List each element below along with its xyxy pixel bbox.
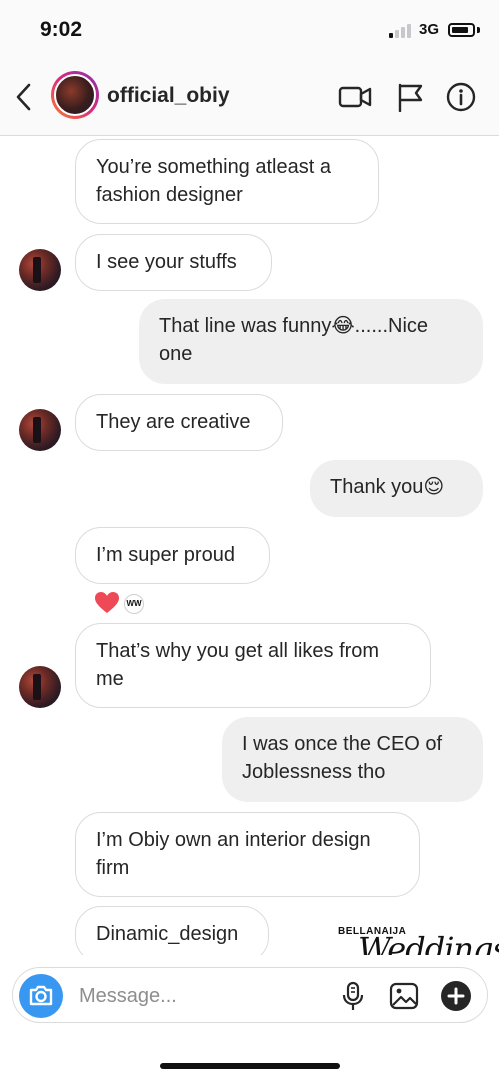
message-bubble-incoming[interactable]: I see your stuffs	[75, 234, 272, 291]
status-time: 9:02	[40, 18, 83, 41]
message-input[interactable]	[79, 982, 319, 1010]
gallery-button[interactable]	[388, 980, 420, 1012]
battery-icon	[448, 23, 475, 37]
reactor-avatar: WW	[124, 594, 144, 614]
gallery-icon	[389, 982, 419, 1010]
home-indicator[interactable]	[160, 1063, 340, 1069]
message-bubble-outgoing[interactable]: I was once the CEO of Joblessness tho	[222, 717, 483, 802]
flag-icon	[398, 83, 423, 113]
message-bubble-incoming[interactable]: I’m super proud	[75, 527, 270, 584]
more-options-button[interactable]	[440, 980, 472, 1012]
header-avatar[interactable]	[51, 71, 99, 119]
composer-area	[0, 955, 499, 1080]
video-call-button[interactable]	[338, 82, 372, 112]
chat-username[interactable]: official_obiy	[107, 84, 230, 108]
sender-avatar[interactable]	[19, 409, 61, 451]
network-type: 3G	[419, 21, 440, 38]
camera-button[interactable]	[19, 974, 63, 1018]
video-call-icon	[338, 86, 372, 108]
cellular-signal-icon	[389, 24, 415, 38]
message-bubble-outgoing[interactable]: That line was funny😂......Nice one	[139, 299, 483, 384]
back-chevron-icon	[16, 83, 31, 111]
back-button[interactable]	[10, 80, 40, 114]
camera-icon	[29, 985, 53, 1006]
chat-header: official_obiy	[0, 58, 499, 136]
message-composer	[12, 967, 488, 1023]
info-button[interactable]	[444, 82, 478, 112]
message-bubble-outgoing[interactable]: Thank you😌	[310, 460, 483, 517]
battery-cap	[477, 27, 480, 33]
status-bar: 9:02 3G	[0, 0, 499, 58]
plus-icon	[441, 981, 471, 1011]
sender-avatar[interactable]	[19, 666, 61, 708]
report-flag-button[interactable]	[395, 82, 429, 113]
message-bubble-incoming[interactable]: That’s why you get all likes from me	[75, 623, 431, 708]
sender-avatar[interactable]	[19, 249, 61, 291]
microphone-icon	[342, 981, 364, 1010]
info-icon	[446, 82, 476, 112]
message-bubble-incoming[interactable]: They are creative	[75, 394, 283, 451]
message-bubble-incoming[interactable]: You’re something atleast a fashion desig…	[75, 139, 379, 224]
heart-reaction-icon	[95, 592, 119, 613]
message-reactions[interactable]: WW	[94, 590, 154, 616]
voice-message-button[interactable]	[337, 980, 369, 1012]
message-bubble-incoming[interactable]: I’m Obiy own an interior design firm	[75, 812, 420, 897]
